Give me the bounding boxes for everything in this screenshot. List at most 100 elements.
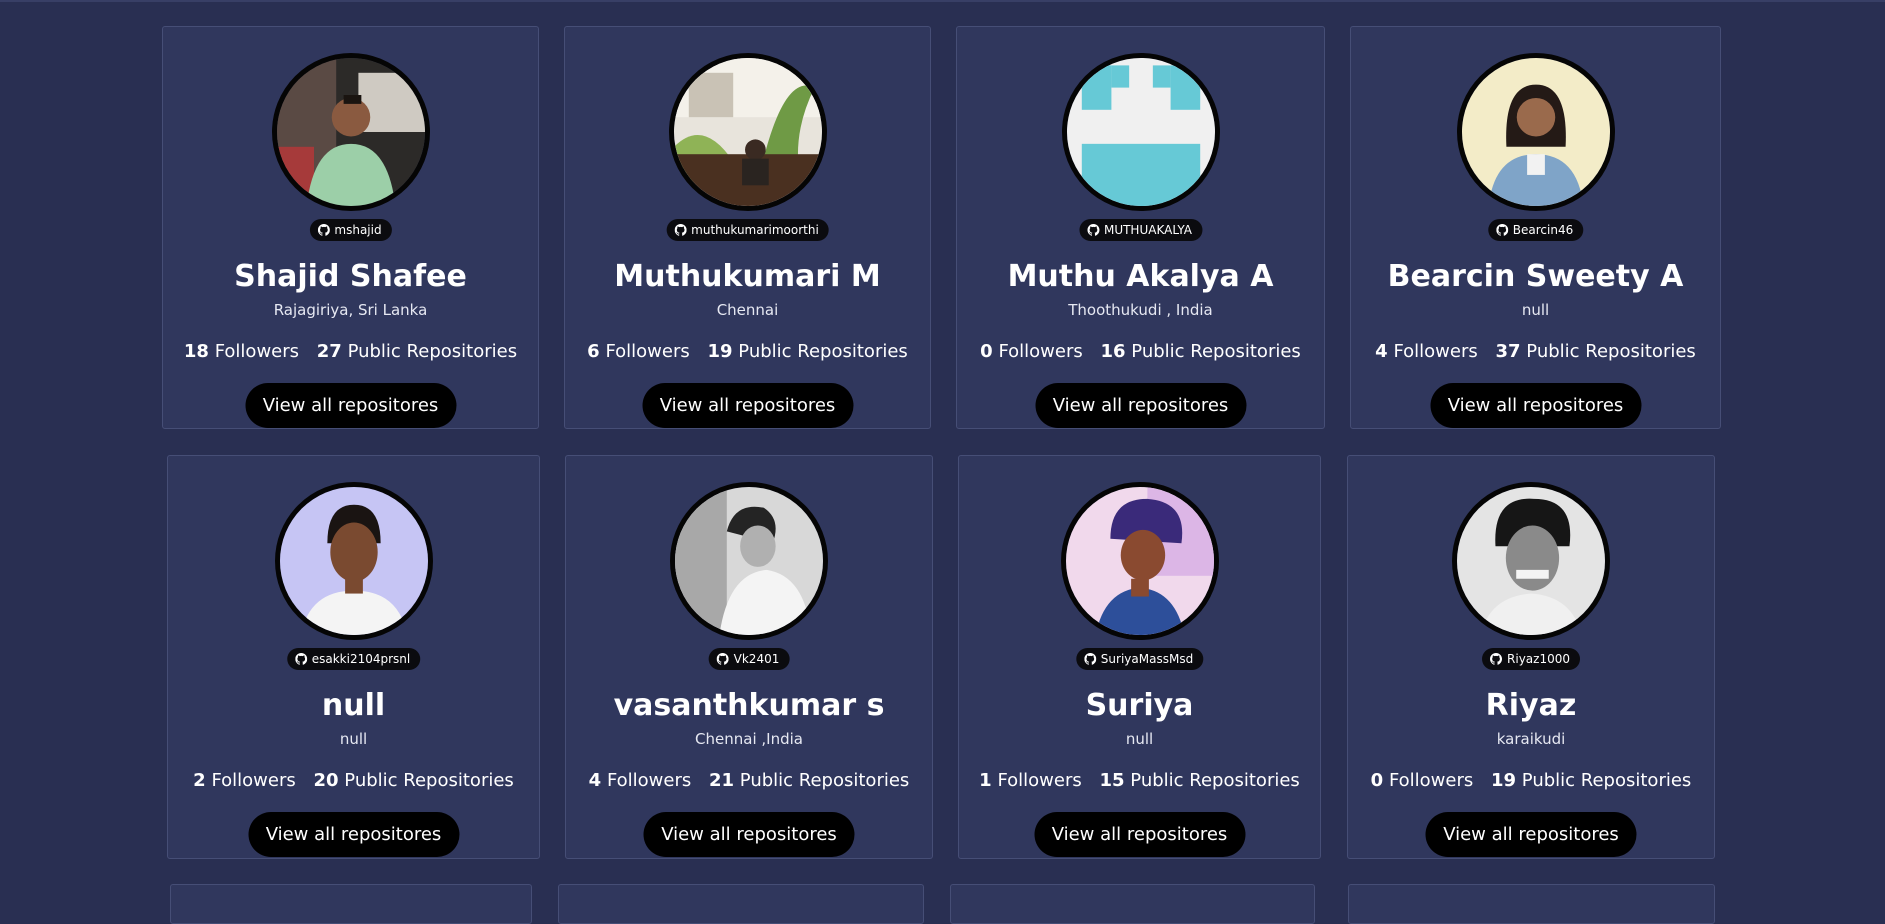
view-repositories-button[interactable]: View all repositores — [1425, 812, 1637, 857]
view-repositories-button[interactable]: View all repositores — [1430, 383, 1641, 428]
followers-label: Followers — [998, 341, 1083, 362]
view-repositories-button[interactable]: View all repositores — [1035, 383, 1246, 428]
avatar — [274, 482, 433, 640]
profile-card-muthuakalya: MUTHUAKALYA Muthu Akalya A Thoothukudi ,… — [956, 26, 1325, 429]
profile-card-partial — [950, 884, 1315, 924]
repos-label: Public Repositories — [1131, 341, 1301, 362]
github-handle: mshajid — [334, 223, 382, 237]
repos-count: 19 — [707, 341, 733, 362]
avatar — [271, 53, 430, 211]
view-repositories-button[interactable]: View all repositores — [1034, 812, 1245, 857]
followers-count: 18 — [183, 341, 209, 362]
github-handle: Riyaz1000 — [1507, 652, 1570, 666]
profile-card-mshajid: mshajid Shajid Shafee Rajagiriya, Sri La… — [162, 26, 539, 429]
profile-name: Riyaz — [1485, 688, 1577, 723]
profile-stats: 0 Followers 16 Public Repositories — [957, 341, 1324, 362]
github-handle: MUTHUAKALYA — [1103, 223, 1193, 237]
profile-location: null — [339, 730, 368, 748]
repos-label: Public Repositories — [1130, 770, 1300, 791]
followers-label: Followers — [1393, 341, 1478, 362]
github-icon — [317, 224, 330, 236]
avatar — [1061, 53, 1220, 211]
github-handle-badge[interactable]: MUTHUAKALYA — [1078, 219, 1203, 241]
avatar — [1452, 482, 1610, 640]
profile-name: null — [321, 688, 386, 723]
github-handle-badge[interactable]: mshajid — [309, 219, 392, 241]
followers-label: Followers — [1388, 770, 1474, 791]
profile-card-partial — [558, 884, 924, 924]
github-icon — [1086, 224, 1099, 236]
repos-label: Public Repositories — [739, 770, 910, 791]
view-repositories-button[interactable]: View all repositores — [245, 383, 456, 428]
followers-label: Followers — [997, 770, 1082, 791]
followers-label: Followers — [214, 341, 300, 362]
profile-stats: 6 Followers 19 Public Repositories — [565, 341, 930, 362]
profile-stats: 4 Followers 21 Public Repositories — [566, 770, 932, 791]
profile-name: Suriya — [1085, 688, 1194, 723]
profile-stats: 18 Followers 27 Public Repositories — [163, 341, 538, 362]
profile-name: Muthu Akalya A — [1007, 259, 1274, 294]
profile-card-suriyamassmsd: SuriyaMassMsd Suriya null 1 Followers 15… — [958, 455, 1321, 859]
view-repositories-button[interactable]: View all repositores — [642, 383, 853, 428]
followers-count: 0 — [980, 341, 993, 362]
github-handle-badge[interactable]: esakki2104prsnl — [286, 648, 421, 670]
github-handle-badge[interactable]: muthukumarimoorthi — [666, 219, 829, 241]
github-handle: SuriyaMassMsd — [1100, 652, 1194, 666]
repos-label: Public Repositories — [1526, 341, 1696, 362]
followers-label: Followers — [211, 770, 296, 791]
profile-card-partial — [1348, 884, 1715, 924]
repos-count: 15 — [1099, 770, 1125, 791]
profile-location: karaikudi — [1496, 730, 1566, 748]
github-icon — [294, 653, 307, 665]
repos-label: Public Repositories — [738, 341, 908, 362]
repos-count: 27 — [316, 341, 342, 362]
github-handle-badge[interactable]: SuriyaMassMsd — [1075, 648, 1204, 670]
profile-name: Muthukumari M — [614, 259, 881, 294]
github-handle-badge[interactable]: Vk2401 — [708, 648, 790, 670]
github-handle-badge[interactable]: Riyaz1000 — [1482, 648, 1580, 670]
profile-name: Shajid Shafee — [234, 259, 467, 294]
followers-count: 1 — [979, 770, 992, 791]
github-icon — [1083, 653, 1096, 665]
profile-card-bearcin46: Bearcin46 Bearcin Sweety A null 4 Follow… — [1350, 26, 1721, 429]
repos-count: 19 — [1491, 770, 1517, 791]
repos-count: 21 — [709, 770, 735, 791]
github-handle: esakki2104prsnl — [311, 652, 411, 666]
profile-card-esakki2104prsnl: esakki2104prsnl null null 2 Followers 20… — [167, 455, 540, 859]
avatar — [670, 482, 828, 640]
github-handle-badge[interactable]: Bearcin46 — [1487, 219, 1584, 241]
followers-count: 6 — [587, 341, 600, 362]
profile-location: null — [1125, 730, 1154, 748]
repos-label: Public Repositories — [347, 341, 518, 362]
avatar — [668, 53, 827, 211]
followers-count: 4 — [588, 770, 602, 791]
github-handle: Vk2401 — [733, 652, 780, 666]
profile-stats: 1 Followers 15 Public Repositories — [959, 770, 1320, 791]
repos-label: Public Repositories — [344, 770, 514, 791]
profile-card-riyaz1000: Riyaz1000 Riyaz karaikudi 0 Followers 19… — [1347, 455, 1715, 859]
followers-count: 4 — [1375, 341, 1388, 362]
repos-count: 37 — [1495, 341, 1521, 362]
followers-count: 0 — [1370, 770, 1384, 791]
view-repositories-button[interactable]: View all repositores — [248, 812, 459, 857]
profile-stats: 0 Followers 19 Public Repositories — [1348, 770, 1714, 791]
github-icon — [674, 224, 687, 236]
github-icon — [1490, 653, 1503, 665]
view-repositories-button[interactable]: View all repositores — [643, 812, 855, 857]
profile-name: vasanthkumar s — [613, 688, 885, 723]
profile-stats: 2 Followers 20 Public Repositories — [168, 770, 539, 791]
repos-label: Public Repositories — [1521, 770, 1692, 791]
top-divider — [0, 0, 1885, 2]
profile-location: Chennai ,India — [695, 730, 803, 748]
repos-count: 20 — [313, 770, 339, 791]
profile-location: Rajagiriya, Sri Lanka — [273, 301, 428, 319]
github-icon — [716, 653, 729, 665]
followers-label: Followers — [605, 341, 690, 362]
followers-count: 2 — [193, 770, 206, 791]
profile-location: Chennai — [716, 301, 779, 319]
followers-label: Followers — [606, 770, 692, 791]
repos-count: 16 — [1100, 341, 1126, 362]
profile-stats: 4 Followers 37 Public Repositories — [1351, 341, 1720, 362]
avatar — [1456, 53, 1615, 211]
profile-card-muthukumarimoorthi: muthukumarimoorthi Muthukumari M Chennai… — [564, 26, 931, 429]
